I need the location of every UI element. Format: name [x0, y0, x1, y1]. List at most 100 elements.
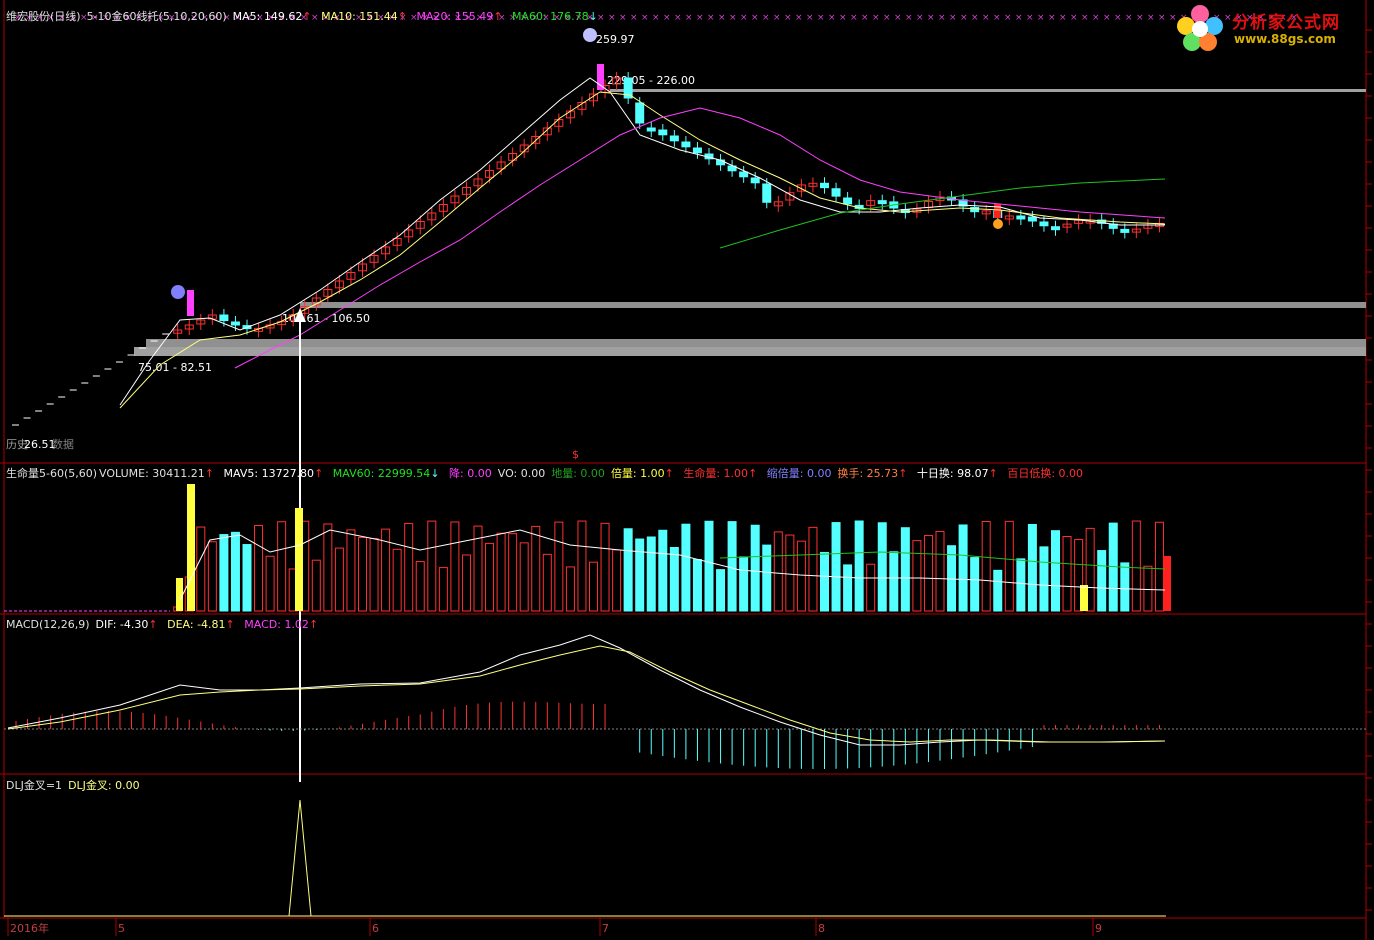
- candle: [877, 200, 887, 205]
- volume-bar: [242, 544, 252, 612]
- dlj-value: DLJ金叉: 0.00: [68, 779, 140, 792]
- macd-value: MACD: 1.02: [244, 618, 309, 631]
- top-marker: ×: [993, 13, 1001, 23]
- top-marker: ×: [861, 13, 869, 23]
- ma10-line: [119, 91, 1166, 409]
- time-axis-label: 2016年: [10, 921, 49, 935]
- bottom-note-label: 数据: [52, 437, 74, 451]
- top-marker: ×: [718, 13, 726, 23]
- top-marker: ×: [1081, 13, 1089, 23]
- top-marker: ×: [1037, 13, 1045, 23]
- volume-bar-highlight: [176, 578, 183, 611]
- volume-bar: [1062, 535, 1072, 612]
- volume-bar: [1154, 521, 1164, 612]
- volume-bar: [369, 538, 379, 612]
- top-marker: ×: [729, 13, 737, 23]
- site-logo: 分析家公式网 www.88gs.com: [1172, 2, 1370, 54]
- volume-bar: [658, 529, 668, 612]
- candle: [843, 197, 853, 205]
- candle: [739, 171, 749, 178]
- peak-price-label: 259.97: [596, 33, 635, 46]
- volume-bar: [831, 522, 841, 612]
- top-marker: ×: [1059, 13, 1067, 23]
- volume-bar: [404, 523, 414, 612]
- top-marker: ×: [663, 13, 671, 23]
- volume-bar-highlight: [1163, 556, 1171, 611]
- volume-bar: [993, 569, 1003, 612]
- vol-mav60: MAV60: 22999.54: [332, 467, 431, 480]
- volume-bar: [900, 527, 910, 612]
- volume-bar: [554, 521, 564, 612]
- support-band-upper: [300, 302, 1366, 308]
- support-band-mid: [146, 339, 1366, 347]
- volume-bar: [692, 559, 702, 612]
- candle: [1051, 226, 1060, 231]
- volume-bar: [935, 530, 945, 612]
- volume-bar: [820, 551, 829, 612]
- candle: [646, 127, 656, 132]
- volume-bar: [866, 563, 876, 612]
- top-marker: ×: [916, 13, 924, 23]
- vol-volume: VOLUME: 30411.21: [99, 467, 205, 480]
- top-marker: ×: [949, 13, 957, 23]
- volume-bar: [265, 555, 275, 612]
- volume-bar: [1016, 558, 1026, 612]
- top-marker: ×: [707, 13, 715, 23]
- volume-bar: [796, 540, 806, 612]
- top-marker: ×: [762, 13, 770, 23]
- highlight-candle: [994, 204, 1001, 218]
- candle: [1027, 216, 1037, 222]
- stock-title: 维宏股份(日线): [6, 10, 81, 23]
- volume-bar: [323, 523, 333, 612]
- ma10-label: MA10: 151.44: [321, 10, 398, 23]
- candle: [762, 183, 772, 203]
- volume-bar: [461, 554, 471, 612]
- volume-bar-highlight: [295, 508, 303, 611]
- volume-bar: [542, 553, 552, 612]
- volume-bar: [762, 544, 772, 612]
- top-marker: ×: [1158, 13, 1166, 23]
- volume-bar: [334, 547, 344, 612]
- ma60-label: MA60: 176.78: [511, 10, 589, 23]
- candle: [658, 129, 668, 136]
- top-marker: ×: [1147, 13, 1155, 23]
- volume-bar: [750, 524, 760, 612]
- dea-line: [7, 645, 1166, 743]
- candle: [1016, 215, 1026, 220]
- top-marker: ×: [938, 13, 946, 23]
- top-marker: ×: [1004, 13, 1012, 23]
- support-band-low: [134, 347, 1366, 356]
- top-marker: ×: [817, 13, 825, 23]
- volume-bar: [785, 534, 795, 612]
- volume-bar: [947, 545, 957, 612]
- vol-beiliang: 倍量: 1.00: [610, 467, 665, 480]
- logo-name: 分析家公式网: [1232, 13, 1340, 33]
- dlj-name: DLJ金叉=1: [6, 779, 63, 792]
- volume-bar: [923, 535, 933, 612]
- signal-dot-icon: [993, 219, 1003, 229]
- top-marker: ×: [1103, 13, 1111, 23]
- candle: [219, 314, 229, 322]
- vol-shirihuan: 十日换: 98.07: [916, 467, 989, 480]
- top-marker: ×: [1114, 13, 1122, 23]
- candle: [1120, 228, 1130, 233]
- top-marker: ×: [619, 13, 627, 23]
- macd-histogram: [15, 701, 1160, 769]
- volume-bar: [1004, 520, 1014, 612]
- top-marker: ×: [630, 13, 638, 23]
- volume-bar: [254, 525, 264, 612]
- volume-bar: [727, 521, 737, 612]
- volume-bar-highlight: [1080, 585, 1088, 611]
- volume-bar: [415, 561, 425, 612]
- top-marker: ×: [894, 13, 902, 23]
- volume-bar: [646, 536, 656, 612]
- top-marker: ×: [883, 13, 891, 23]
- candle: [692, 147, 702, 154]
- volume-bar: [589, 561, 598, 612]
- candle: [831, 188, 841, 197]
- volume-bar: [612, 549, 622, 612]
- volume-bar: [311, 559, 321, 612]
- vol-diliang: 地量: 0.00: [551, 467, 605, 480]
- volume-bar: [230, 531, 240, 612]
- volume-bar: [981, 521, 991, 612]
